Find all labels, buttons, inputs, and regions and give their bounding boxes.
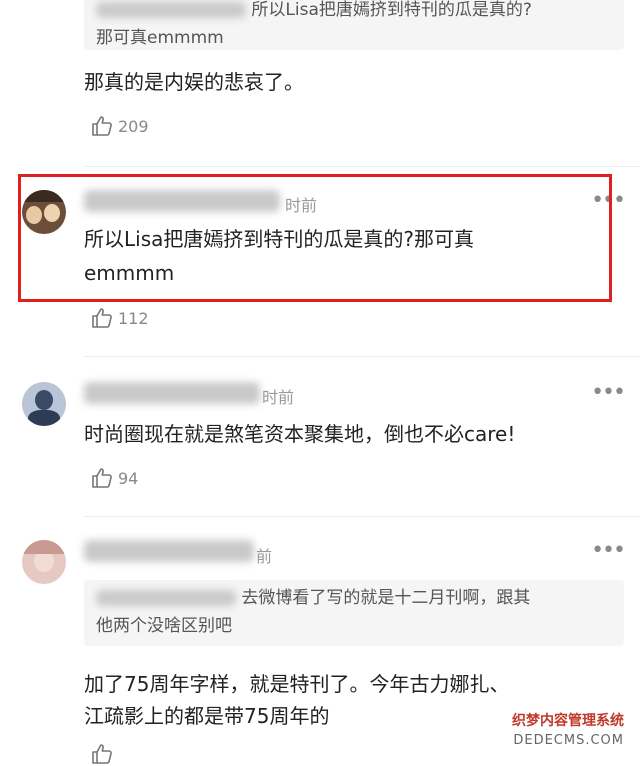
comment-text-line1: 所以Lisa把唐嫣挤到特刊的瓜是真的?那可真 [84, 227, 474, 251]
blurred-username [96, 2, 246, 18]
quote-text-line2: 那可真emmmm [96, 28, 224, 48]
comment-text-line2: emmmm [84, 261, 175, 285]
thumbs-up-icon [92, 744, 112, 764]
comment-time: 时前 [262, 388, 295, 407]
avatar[interactable] [22, 540, 66, 584]
watermark-url: DEDECMS.COM [513, 733, 624, 748]
blurred-username [96, 590, 236, 606]
avatar[interactable] [22, 382, 66, 426]
watermark-title: 织梦内容管理系统 [512, 713, 624, 729]
thumbs-up-icon [92, 308, 112, 328]
quote-text-line1: 去微博看了写的就是十二月刊啊，跟其 [241, 588, 531, 608]
comment-text-line1: 加了75周年字样，就是特刊了。今年古力娜扎、 [84, 672, 510, 696]
quoted-reply[interactable]: 去微博看了写的就是十二月刊啊，跟其 他两个没啥区别吧 [84, 580, 624, 646]
comment-text-line2: 江疏影上的都是带75周年的 [84, 704, 330, 728]
quote-text-line1: 所以Lisa把唐嫣挤到特刊的瓜是真的? [251, 0, 532, 20]
more-icon[interactable]: ••• [591, 380, 626, 405]
comment-time: 前 [256, 547, 273, 566]
like-button[interactable]: 209 [90, 114, 149, 138]
like-button[interactable] [90, 742, 118, 766]
username[interactable] [84, 382, 260, 408]
username[interactable] [84, 540, 254, 566]
thumbs-up-icon [92, 468, 112, 488]
divider [84, 356, 640, 357]
like-count: 112 [118, 308, 149, 328]
like-button[interactable]: 94 [90, 466, 138, 490]
like-count: 94 [118, 468, 139, 488]
like-count: 209 [118, 116, 149, 136]
divider [84, 166, 640, 167]
more-icon[interactable]: ••• [591, 538, 626, 563]
divider [84, 516, 640, 517]
comment-text: 那真的是内娱的悲哀了。 [84, 70, 304, 94]
quoted-reply[interactable]: 所以Lisa把唐嫣挤到特刊的瓜是真的? 那可真emmmm [84, 0, 624, 50]
comment-text: 时尚圈现在就是煞笔资本聚集地，倒也不必care! [84, 422, 516, 446]
like-button[interactable]: 112 [90, 306, 149, 330]
quote-text-line2: 他两个没啥区别吧 [96, 616, 232, 636]
thumbs-up-icon [92, 116, 112, 136]
